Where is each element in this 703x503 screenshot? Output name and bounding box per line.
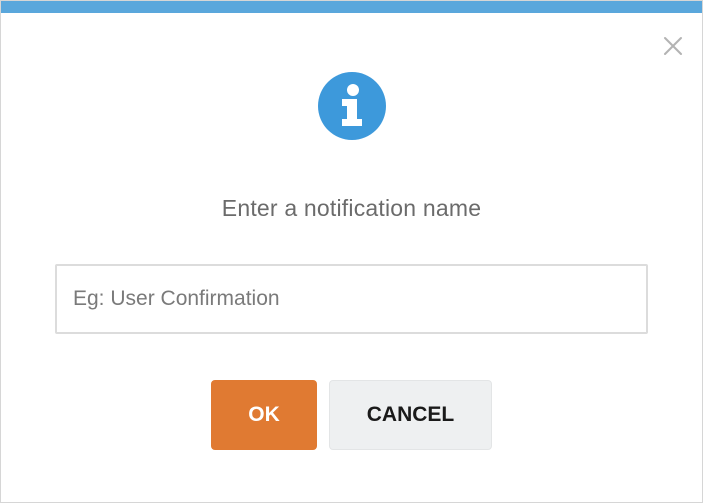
info-icon (317, 71, 387, 141)
cancel-button[interactable]: CANCEL (329, 380, 492, 450)
ok-button[interactable]: OK (211, 380, 317, 450)
close-button[interactable] (661, 34, 685, 58)
notification-name-input[interactable] (55, 264, 648, 334)
notification-name-dialog: Enter a notification name OK CANCEL (0, 0, 703, 503)
close-icon (664, 37, 682, 55)
dialog-prompt: Enter a notification name (221, 195, 482, 221)
dialog-accent-bar (1, 1, 702, 13)
